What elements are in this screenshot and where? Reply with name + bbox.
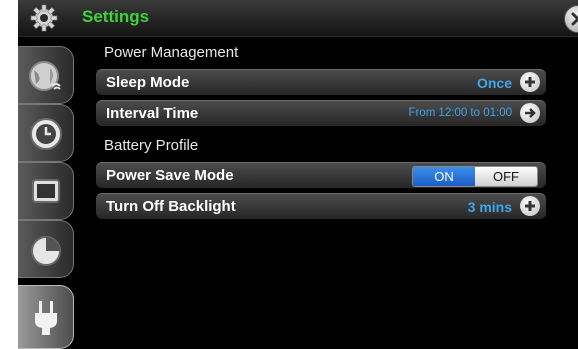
sleep-mode-value: Once <box>476 75 512 91</box>
arrow-right-icon <box>525 108 536 118</box>
window-title: Settings <box>82 7 150 26</box>
settings-content: Power Management Sleep Mode Once Interva… <box>92 36 548 349</box>
turn-off-backlight-row[interactable]: Turn Off Backlight 3 mins <box>96 193 546 219</box>
power-save-mode-row: Power Save Mode ON OFF <box>96 162 546 188</box>
sidebar-tab-satellite[interactable] <box>18 46 74 104</box>
pie-chart-icon <box>31 236 61 266</box>
plug-icon <box>35 301 57 335</box>
satellite-icon <box>29 61 61 91</box>
toggle-on-option[interactable]: ON <box>413 167 475 186</box>
interval-time-label: Interval Time <box>106 105 199 122</box>
sidebar-tab-chart[interactable] <box>18 220 74 278</box>
gear-icon <box>30 4 58 32</box>
display-icon <box>32 179 60 203</box>
toggle-off-option[interactable]: OFF <box>475 167 537 186</box>
interval-time-value: From 12:00 to 01:00 <box>408 107 512 119</box>
section-title-battery: Battery Profile <box>104 137 199 154</box>
plus-icon <box>525 77 535 87</box>
power-save-toggle[interactable]: ON OFF <box>412 166 538 187</box>
interval-time-row[interactable]: Interval Time From 12:00 to 01:00 <box>96 100 546 126</box>
title-bar: Settings <box>18 0 578 37</box>
backlight-plus-button[interactable] <box>520 196 540 216</box>
turn-off-backlight-value: 3 mins <box>467 199 512 215</box>
turn-off-backlight-label: Turn Off Backlight <box>106 198 236 215</box>
interval-time-arrow-button[interactable] <box>520 103 540 123</box>
sidebar-tab-power[interactable] <box>18 285 74 349</box>
power-save-mode-label: Power Save Mode <box>106 167 234 184</box>
close-icon <box>571 12 578 26</box>
close-button[interactable] <box>564 5 578 33</box>
sidebar-tab-display[interactable] <box>18 162 74 220</box>
settings-screen: Settings Power Management Sleep Mode Onc… <box>18 0 578 349</box>
plus-icon <box>525 201 535 211</box>
sidebar-tab-clock[interactable] <box>18 104 74 162</box>
clock-icon <box>30 118 62 150</box>
sleep-mode-row[interactable]: Sleep Mode Once <box>96 69 546 95</box>
sleep-mode-label: Sleep Mode <box>106 74 190 91</box>
sleep-mode-plus-button[interactable] <box>520 72 540 92</box>
section-title-power: Power Management <box>104 44 239 61</box>
